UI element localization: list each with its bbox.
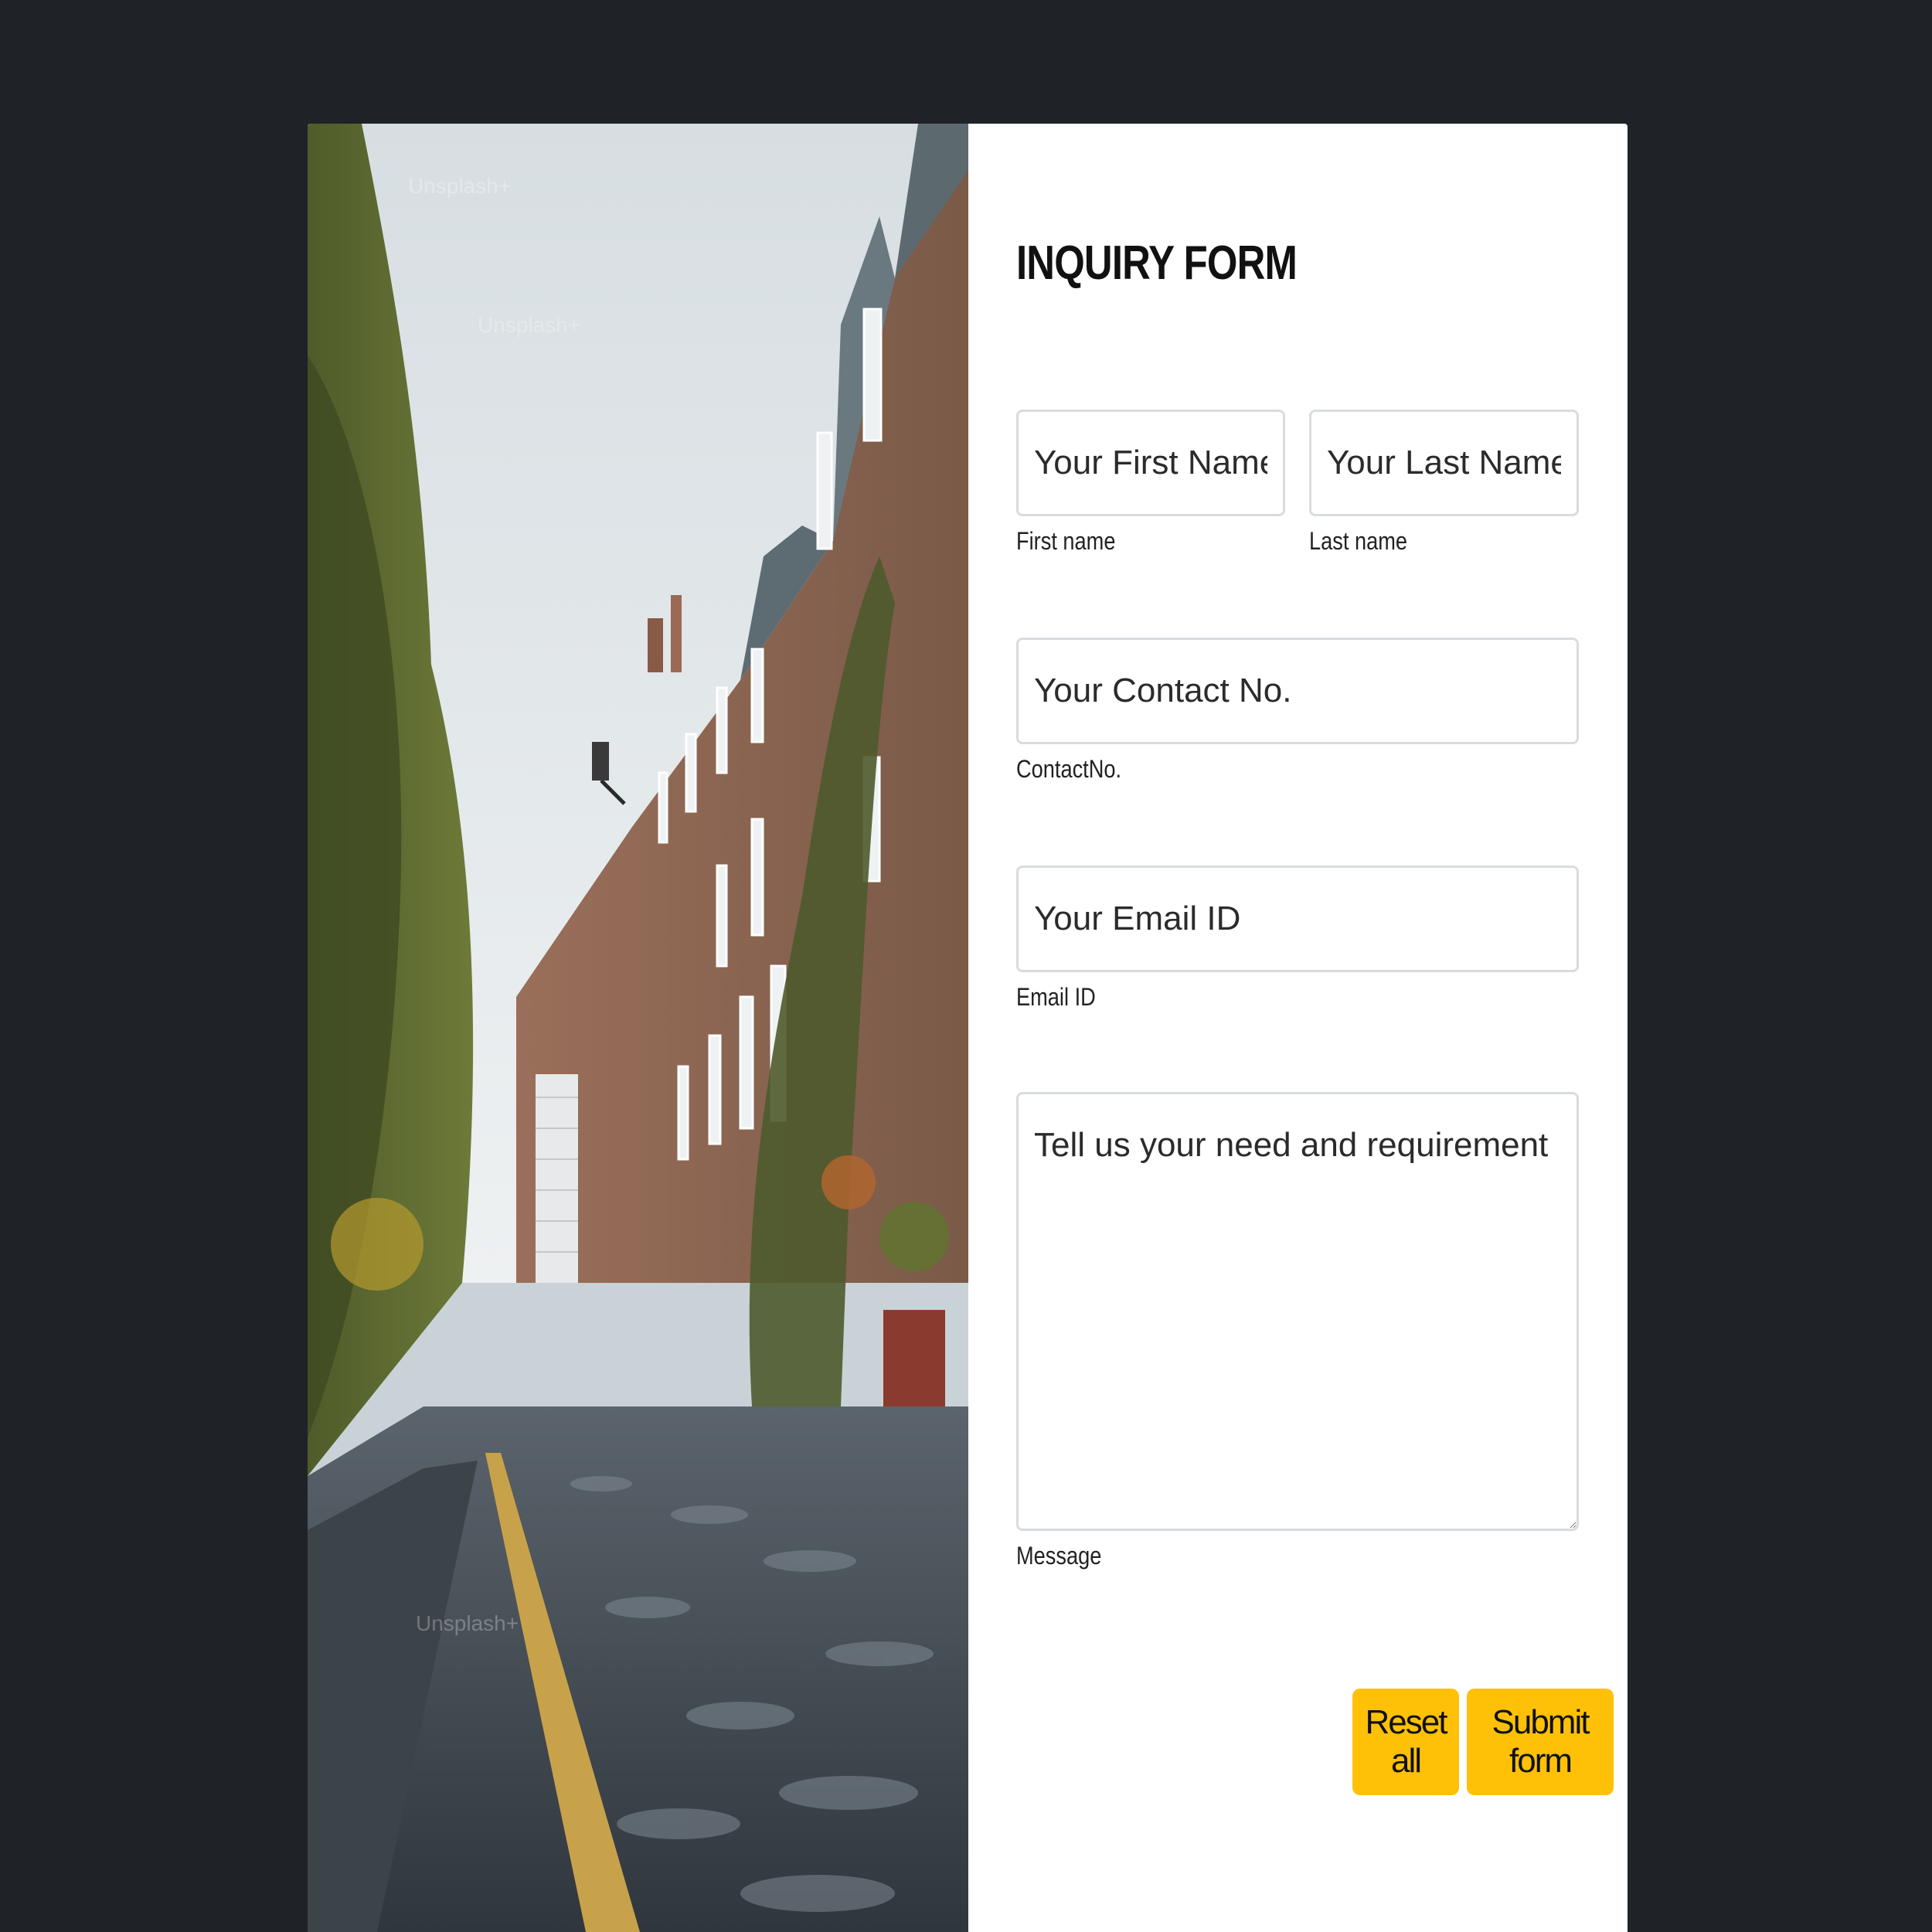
- first-name-input[interactable]: [1016, 410, 1285, 516]
- svg-text:Unsplash+: Unsplash+: [478, 313, 580, 337]
- email-label: Email ID: [1016, 983, 1096, 1011]
- form-title: INQUIRY FORM: [1016, 236, 1298, 290]
- street-photo: Unsplash+ Unsplash+ Unsplash+: [308, 124, 968, 1932]
- submit-button[interactable]: Submit form: [1467, 1689, 1614, 1795]
- svg-text:Unsplash+: Unsplash+: [416, 1611, 519, 1635]
- reset-button[interactable]: Reset all: [1352, 1689, 1459, 1795]
- contact-number-input[interactable]: [1016, 638, 1579, 744]
- email-input[interactable]: [1016, 866, 1579, 972]
- contact-number-label: ContactNo.: [1016, 755, 1122, 783]
- inquiry-card: Unsplash+ Unsplash+ Unsplash+ INQUIRY FO…: [308, 124, 1628, 1932]
- last-name-input[interactable]: [1309, 410, 1579, 516]
- page-background: Unsplash+ Unsplash+ Unsplash+ INQUIRY FO…: [0, 0, 1932, 1932]
- message-textarea[interactable]: [1016, 1092, 1579, 1531]
- first-name-label: First name: [1016, 527, 1116, 555]
- street-photo-illustration: Unsplash+ Unsplash+ Unsplash+: [308, 124, 968, 1932]
- message-label: Message: [1016, 1542, 1102, 1570]
- form-pane: INQUIRY FORM First name Last name Contac…: [968, 124, 1628, 1932]
- svg-text:Unsplash+: Unsplash+: [408, 174, 511, 198]
- last-name-label: Last name: [1309, 527, 1408, 555]
